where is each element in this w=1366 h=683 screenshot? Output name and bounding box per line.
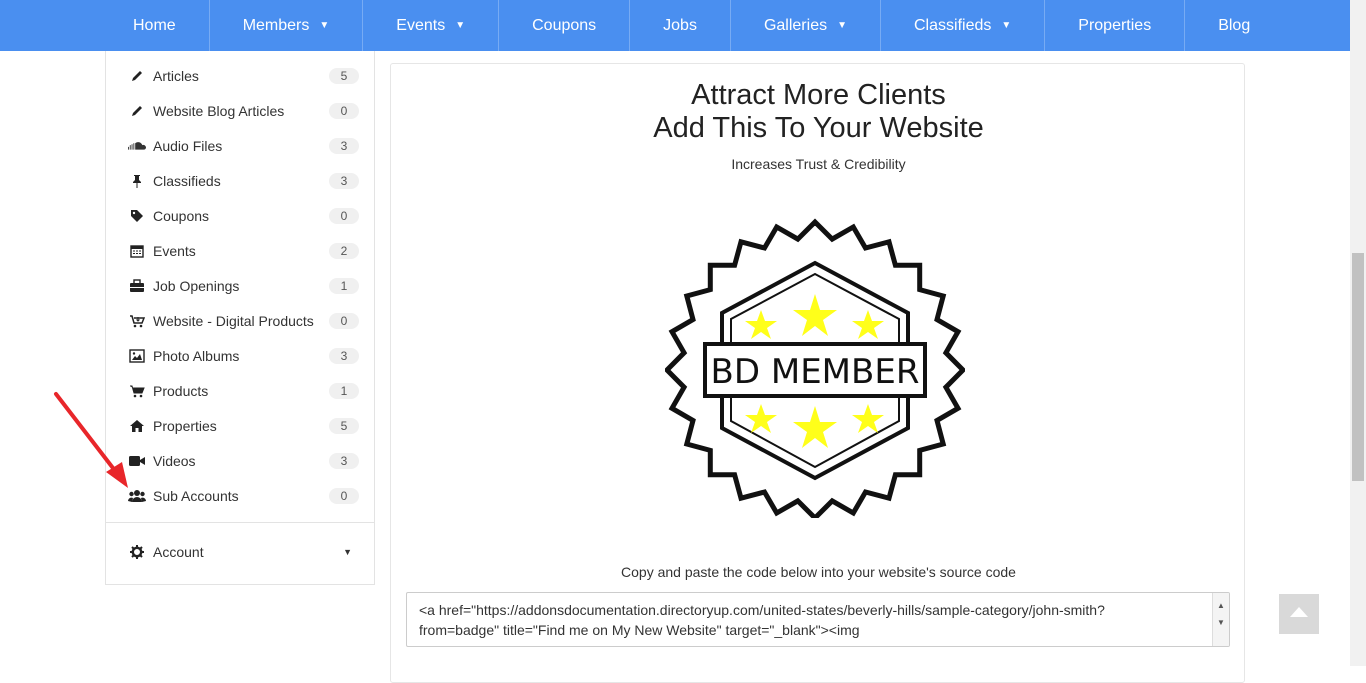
nav-properties[interactable]: Properties xyxy=(1045,0,1186,51)
sidebar-item-sub-accounts[interactable]: Sub Accounts 0 xyxy=(106,478,374,513)
back-to-top-button[interactable] xyxy=(1279,594,1319,634)
count-badge: 5 xyxy=(329,67,359,84)
red-arrow-annotation xyxy=(54,392,128,488)
sidebar-item-photo-albums[interactable]: Photo Albums 3 xyxy=(106,338,374,373)
sidebar-item-label: Classifieds xyxy=(153,172,221,189)
soundcloud-icon xyxy=(128,137,146,155)
account-menu-toggle[interactable]: Account ▼ xyxy=(128,537,352,567)
badge-text: BD MEMBER xyxy=(711,352,920,392)
count-badge: 0 xyxy=(329,487,359,504)
count-badge: 0 xyxy=(329,207,359,224)
pushpin-icon xyxy=(128,172,146,190)
sidebar-item-website-blog-articles[interactable]: Website Blog Articles 0 xyxy=(106,93,374,128)
sidebar-item-label: Events xyxy=(153,242,196,259)
sidebar-list: Articles 5 Website Blog Articles 0 Audio… xyxy=(106,51,374,513)
nav-classifieds[interactable]: Classifieds ▼ xyxy=(881,0,1046,51)
nav-label: Classifieds xyxy=(914,16,992,34)
sidebar-divider xyxy=(106,522,374,523)
tag-icon xyxy=(128,207,146,225)
gear-icon xyxy=(128,545,146,559)
sidebar-item-label: Articles xyxy=(153,67,199,84)
nav-label: Coupons xyxy=(532,16,597,34)
code-line: from=badge" title="Find me on My New Web… xyxy=(419,622,860,638)
caret-down-icon: ▼ xyxy=(1001,20,1012,31)
nav-label: Properties xyxy=(1078,16,1152,34)
count-badge: 1 xyxy=(329,382,359,399)
sidebar-item-products[interactable]: Products 1 xyxy=(106,373,374,408)
sidebar-item-label: Products xyxy=(153,382,209,399)
arrow-up-icon xyxy=(1289,605,1309,623)
caret-down-icon: ▼ xyxy=(343,547,352,557)
nav-label: Events xyxy=(396,16,446,34)
count-badge: 1 xyxy=(329,277,359,294)
sidebar-item-label: Coupons xyxy=(153,207,210,224)
panel-title-line1: Attract More Clients xyxy=(691,79,946,111)
sidebar-item-properties[interactable]: Properties 5 xyxy=(106,408,374,443)
panel-title-line2: Add This To Your Website xyxy=(653,112,984,144)
sidebar-item-label: Properties xyxy=(153,417,217,434)
count-badge: 3 xyxy=(329,347,359,364)
member-badge-image: BD MEMBER xyxy=(665,218,965,518)
sidebar-item-events[interactable]: Events 2 xyxy=(106,233,374,268)
scrollbar-thumb[interactable] xyxy=(1352,253,1364,481)
textarea-scrollbar[interactable]: ▲ ▼ xyxy=(1212,593,1229,646)
sidebar-item-label: Audio Files xyxy=(153,137,223,154)
pencil-icon xyxy=(128,67,146,85)
count-badge: 0 xyxy=(329,312,359,329)
copy-instruction: Copy and paste the code below into your … xyxy=(621,564,1016,580)
caret-down-icon: ▼ xyxy=(319,20,330,31)
sidebar-item-job-openings[interactable]: Job Openings 1 xyxy=(106,268,374,303)
sidebar-item-digital-products[interactable]: Website - Digital Products 0 xyxy=(106,303,374,338)
pencil-icon xyxy=(128,102,146,120)
nav-members[interactable]: Members ▼ xyxy=(210,0,364,51)
nav-home[interactable]: Home xyxy=(100,0,210,51)
panel-subtitle: Increases Trust & Credibility xyxy=(731,156,906,172)
embed-code-textarea[interactable]: <a href="https://addonsdocumentation.dir… xyxy=(406,592,1230,647)
caret-down-icon: ▼ xyxy=(455,20,466,31)
caret-down-icon: ▼ xyxy=(837,20,847,31)
nav-galleries[interactable]: Galleries ▼ xyxy=(731,0,881,51)
nav-jobs[interactable]: Jobs xyxy=(630,0,731,51)
sidebar: Articles 5 Website Blog Articles 0 Audio… xyxy=(105,51,375,585)
nav-label: Jobs xyxy=(663,16,697,34)
nav-events[interactable]: Events ▼ xyxy=(363,0,500,51)
page-scrollbar[interactable] xyxy=(1350,0,1366,666)
sidebar-item-coupons[interactable]: Coupons 0 xyxy=(106,198,374,233)
sidebar-item-label: Videos xyxy=(153,452,196,469)
scroll-down-icon[interactable]: ▼ xyxy=(1217,613,1225,633)
count-badge: 5 xyxy=(329,417,359,434)
cart-download-icon xyxy=(128,312,146,330)
sidebar-item-label: Job Openings xyxy=(153,277,240,294)
sidebar-item-classifieds[interactable]: Classifieds 3 xyxy=(106,163,374,198)
count-badge: 3 xyxy=(329,137,359,154)
nav-label: Blog xyxy=(1218,16,1251,34)
sidebar-item-label: Sub Accounts xyxy=(153,487,239,504)
nav-label: Galleries xyxy=(763,16,828,34)
sidebar-item-audio-files[interactable]: Audio Files 3 xyxy=(106,128,374,163)
sidebar-item-label: Website - Digital Products xyxy=(153,312,314,329)
sidebar-item-videos[interactable]: Videos 3 xyxy=(106,443,374,478)
count-badge: 3 xyxy=(329,172,359,189)
sidebar-item-articles[interactable]: Articles 5 xyxy=(106,58,374,93)
calendar-icon xyxy=(128,242,146,260)
count-badge: 3 xyxy=(329,452,359,469)
sidebar-item-label: Website Blog Articles xyxy=(153,102,285,119)
nav-label: Members xyxy=(242,16,310,34)
nav-label: Home xyxy=(133,16,176,34)
picture-icon xyxy=(128,347,146,365)
count-badge: 2 xyxy=(329,242,359,259)
code-line: <a href="https://addonsdocumentation.dir… xyxy=(419,602,1105,618)
badge-panel: Attract More Clients Add This To Your We… xyxy=(390,63,1245,683)
count-badge: 0 xyxy=(329,102,359,119)
sidebar-item-label: Photo Albums xyxy=(153,347,240,364)
briefcase-icon xyxy=(128,277,146,295)
nav-blog[interactable]: Blog xyxy=(1185,0,1283,51)
top-navigation-bar: Home Members ▼ Events ▼ Coupons Jobs Galle… xyxy=(0,0,1350,51)
nav-coupons[interactable]: Coupons xyxy=(499,0,631,51)
account-label: Account xyxy=(153,544,204,560)
